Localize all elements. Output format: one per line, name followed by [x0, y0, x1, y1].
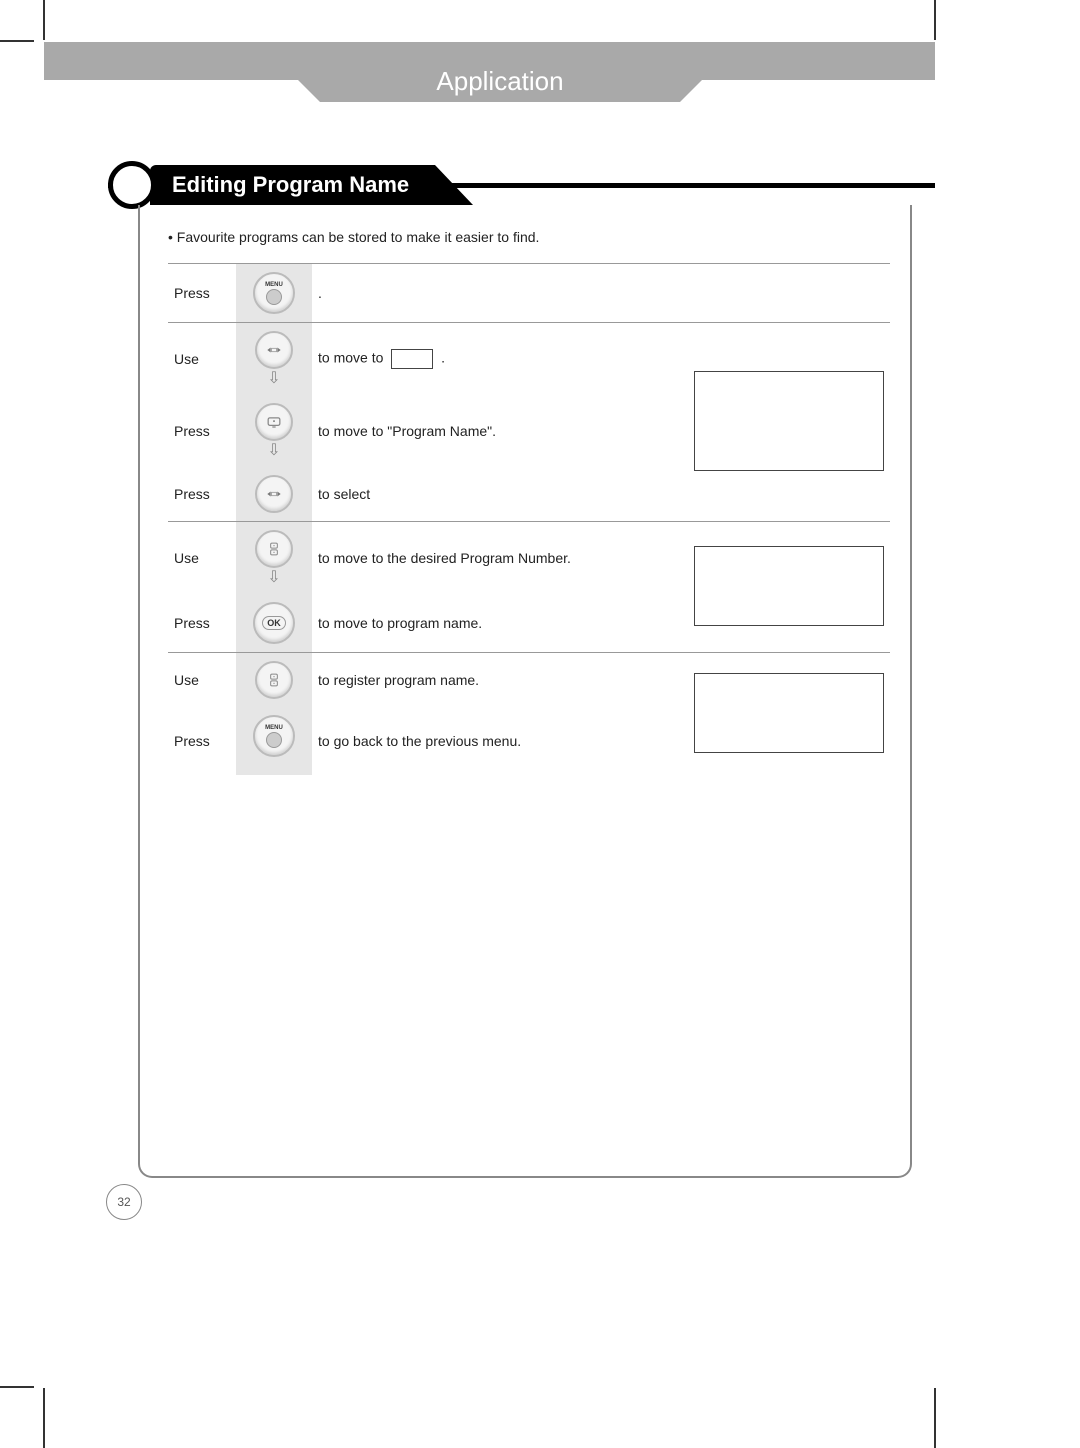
- screenshot-cell: [648, 264, 890, 323]
- step-button-cell: ⇩: [236, 522, 312, 595]
- section-bullet-icon: [108, 161, 156, 209]
- step-desc-text: .: [318, 285, 322, 301]
- section-title: Editing Program Name: [172, 172, 409, 198]
- step-action: Use: [168, 323, 236, 396]
- down-arrow-icon: ⇩: [242, 443, 306, 459]
- step-desc: to select: [312, 467, 648, 522]
- step-desc-text: to move to: [318, 350, 383, 366]
- up-down-button-icon: [255, 530, 293, 568]
- step-action: Press: [168, 395, 236, 467]
- screenshot-cell: [648, 522, 890, 653]
- step-button-cell: MENU: [236, 707, 312, 775]
- crop-mark: [43, 0, 45, 40]
- crop-mark: [43, 1388, 45, 1448]
- step-desc: to move to "Program Name".: [312, 395, 648, 467]
- step-desc: to go back to the previous menu.: [312, 707, 648, 775]
- step-desc: to move to .: [312, 323, 648, 396]
- ok-label: OK: [262, 616, 286, 630]
- tv-svg: [264, 412, 284, 432]
- step-action: Use: [168, 522, 236, 595]
- screenshot-placeholder: [694, 371, 884, 471]
- page-number: 32: [117, 1195, 130, 1209]
- step-desc: to move to program name.: [312, 594, 648, 653]
- section-heading: Editing Program Name: [108, 165, 935, 205]
- step-action: Press: [168, 594, 236, 653]
- menu-label: MENU: [265, 282, 283, 288]
- step-desc: to move to the desired Program Number.: [312, 522, 648, 595]
- updown-svg: [264, 539, 284, 559]
- section-heading-tab: Editing Program Name: [150, 165, 435, 205]
- screenshot-placeholder: [694, 673, 884, 753]
- step-button-cell: OK: [236, 594, 312, 653]
- crop-mark: [0, 40, 34, 42]
- down-arrow-icon: ⇩: [242, 570, 306, 586]
- steps-table: Press MENU . Use: [168, 263, 890, 775]
- menu-button-icon: MENU: [253, 715, 295, 757]
- inline-blank-box: [391, 349, 433, 369]
- step-action: Use: [168, 653, 236, 708]
- tv-button-icon: [255, 403, 293, 441]
- step-desc-text: .: [441, 350, 445, 366]
- step-button-cell: [236, 653, 312, 708]
- page-number-badge: 32: [106, 1184, 142, 1220]
- step-button-cell: ⇩: [236, 323, 312, 396]
- step-button-cell: ⇩: [236, 395, 312, 467]
- step-button-cell: [236, 467, 312, 522]
- step-action: Press: [168, 467, 236, 522]
- up-down-button-icon: [255, 661, 293, 699]
- screenshot-cell: [648, 653, 890, 776]
- content-box: • Favourite programs can be stored to ma…: [138, 205, 912, 1178]
- button-dot-icon: [266, 289, 282, 305]
- menu-button-icon: MENU: [253, 272, 295, 314]
- screenshot-cell: [648, 323, 890, 522]
- crop-mark: [934, 1388, 936, 1448]
- left-right-arrows-icon: [255, 475, 293, 513]
- step-button-cell: MENU: [236, 264, 312, 323]
- chapter-title: Application: [436, 66, 563, 97]
- lr-arrows-svg: [264, 484, 284, 504]
- left-right-arrows-icon: [255, 331, 293, 369]
- step-desc: to register program name.: [312, 653, 648, 708]
- button-dot-icon: [266, 732, 282, 748]
- chapter-tab: Application: [320, 60, 680, 102]
- crop-mark: [0, 1386, 34, 1388]
- lr-arrows-svg: [264, 340, 284, 360]
- step-action: Press: [168, 264, 236, 323]
- ok-button-icon: OK: [253, 602, 295, 644]
- down-arrow-icon: ⇩: [242, 371, 306, 387]
- menu-label: MENU: [265, 725, 283, 731]
- screenshot-placeholder: [694, 546, 884, 626]
- intro-text: • Favourite programs can be stored to ma…: [168, 229, 890, 245]
- crop-mark: [934, 0, 936, 40]
- updown-svg: [264, 670, 284, 690]
- step-desc: .: [312, 264, 648, 323]
- step-action: Press: [168, 707, 236, 775]
